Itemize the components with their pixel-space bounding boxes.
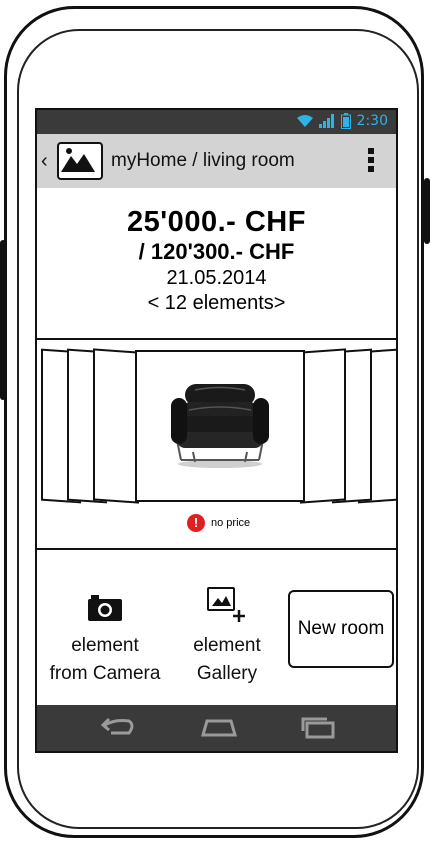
spent-amount: 25'000.- CHF bbox=[127, 206, 306, 238]
camera-line1: element bbox=[71, 635, 139, 656]
element-carousel: ! no price bbox=[37, 338, 396, 550]
status-bar: 2:30 bbox=[37, 110, 396, 134]
page-title: myHome / living room bbox=[111, 150, 295, 171]
signal-icon bbox=[318, 114, 334, 128]
summary-panel: 25'000.- CHF / 120'300.- CHF 21.05.2014 … bbox=[37, 188, 396, 340]
add-from-camera-button[interactable]: element from Camera bbox=[45, 594, 165, 688]
armchair-image bbox=[171, 384, 269, 468]
chevron-left-icon[interactable]: ‹ bbox=[41, 150, 55, 173]
nav-bar bbox=[37, 705, 396, 751]
price-warning: ! no price bbox=[187, 514, 250, 532]
new-room-button[interactable]: New room bbox=[288, 590, 394, 668]
power-button bbox=[424, 178, 430, 244]
warning-icon: ! bbox=[187, 514, 205, 532]
image-icon[interactable] bbox=[57, 142, 103, 180]
camera-icon bbox=[88, 595, 122, 621]
app-bar: ‹ myHome / living room bbox=[37, 134, 396, 188]
add-from-gallery-button[interactable]: element Gallery bbox=[169, 586, 285, 688]
screen: 2:30 ‹ myHome / living room 25'000.- CHF… bbox=[35, 108, 398, 753]
recent-apps-icon[interactable] bbox=[301, 715, 337, 739]
wifi-icon bbox=[296, 115, 313, 127]
camera-line2: from Camera bbox=[49, 663, 161, 684]
price-note: no price bbox=[211, 517, 251, 529]
date-label: 21.05.2014 bbox=[166, 267, 267, 289]
overflow-menu-icon[interactable] bbox=[368, 148, 374, 175]
elements-count[interactable]: < 12 elements> bbox=[37, 292, 396, 315]
actions-panel: element from Camera element Gallery New … bbox=[37, 550, 396, 706]
battery-icon bbox=[340, 113, 351, 129]
image-add-icon bbox=[207, 587, 245, 622]
home-nav-icon[interactable] bbox=[199, 715, 239, 739]
carousel-card-current[interactable] bbox=[135, 350, 305, 502]
carousel-card-left-1[interactable] bbox=[93, 348, 139, 504]
volume-button bbox=[0, 240, 6, 400]
back-nav-icon[interactable] bbox=[101, 715, 135, 739]
gallery-line1: element bbox=[193, 635, 261, 656]
gallery-line2: Gallery bbox=[196, 663, 258, 684]
carousel-card-right-1[interactable] bbox=[300, 348, 346, 504]
status-time: 2:30 bbox=[356, 113, 388, 129]
total-amount: / 120'300.- CHF bbox=[138, 239, 295, 264]
